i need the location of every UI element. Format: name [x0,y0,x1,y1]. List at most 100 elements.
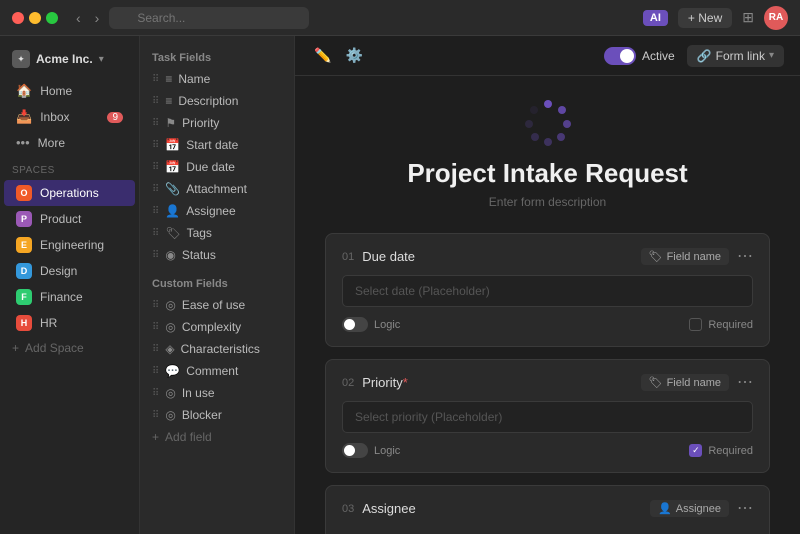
field-card-header-right-2: 🏷 Field name ⋯ [641,374,753,391]
required-checkbox-1[interactable] [689,318,702,331]
field-name-label: Name [178,72,210,86]
product-label: Product [40,212,81,226]
field-name-badge-3[interactable]: 👤 Assignee [650,500,729,517]
attachment-field-icon: 📎 [165,182,180,196]
finance-label: Finance [40,290,83,304]
field-start-date-label: Start date [186,138,238,152]
search-input[interactable] [109,7,309,29]
field-item-start-date[interactable]: ⠿ 📅 Start date [144,134,290,156]
due-date-field-icon: 📅 [165,160,180,174]
field-item-priority[interactable]: ⠿ ⚑ Priority [144,112,290,134]
field-card-footer-1: Logic Required [342,317,753,332]
workspace-header[interactable]: ✦ Acme Inc. ▾ [0,46,139,78]
titlebar: ‹ › 🔍 AI + New ⊞ RA [0,0,800,36]
more-button-1[interactable]: ⋯ [737,249,753,265]
field-characteristics-label: Characteristics [181,342,260,356]
required-label-1: Required [708,319,753,331]
form-area: ✏️ ⚙️ Active 🔗 Form link ▾ [295,36,800,534]
field-item-comment[interactable]: ⠿ 💬 Comment [144,360,290,382]
finance-dot: F [16,289,32,305]
sidebar-item-home[interactable]: 🏠 Home [4,78,135,104]
sidebar-item-inbox[interactable]: 📥 Inbox 9 [4,104,135,130]
form-toolbar: ✏️ ⚙️ Active 🔗 Form link ▾ [295,36,800,76]
spaces-section-label: Spaces [0,155,139,180]
traffic-light-green[interactable] [46,12,58,24]
add-field-label: Add field [165,430,212,444]
small-toggle-thumb-1 [344,319,355,330]
forward-button[interactable]: › [91,8,104,28]
field-item-description[interactable]: ⠿ ≡ Description [144,90,290,112]
field-card-header-3: 03 Assignee 👤 Assignee ⋯ [342,500,753,517]
sidebar-item-engineering[interactable]: E Engineering [4,232,135,258]
form-logo [523,96,573,146]
logic-small-toggle-1[interactable] [342,317,368,332]
name-field-icon: ≡ [165,72,172,86]
drag-handle-icon: ⠿ [152,388,159,399]
field-name-badge-2[interactable]: 🏷 Field name [641,374,729,391]
form-toolbar-left: ✏️ ⚙️ [311,44,366,67]
drag-handle-icon: ⠿ [152,184,159,195]
field-name-badge-1[interactable]: 🏷 Field name [641,248,729,265]
task-fields-label: Task Fields [140,46,294,68]
field-item-due-date[interactable]: ⠿ 📅 Due date [144,156,290,178]
field-assignee-label: Assignee [186,204,235,218]
field-tags-label: Tags [187,226,212,240]
field-item-status[interactable]: ⠿ ◉ Status [144,244,290,266]
field-item-name[interactable]: ⠿ ≡ Name [144,68,290,90]
sidebar-item-home-label: Home [40,84,72,98]
field-item-characteristics[interactable]: ⠿ ◈ Characteristics [144,338,290,360]
traffic-light-red[interactable] [12,12,24,24]
active-toggle[interactable] [604,47,636,65]
more-button-2[interactable]: ⋯ [737,375,753,391]
field-item-ease-of-use[interactable]: ⠿ ◎ Ease of use [144,294,290,316]
field-item-attachment[interactable]: ⠿ 📎 Attachment [144,178,290,200]
required-checkbox-2[interactable]: ✓ [689,444,702,457]
home-icon: 🏠 [16,83,32,99]
product-dot: P [16,211,32,227]
ai-badge: AI [643,10,668,26]
sidebar-item-design[interactable]: D Design [4,258,135,284]
sidebar-item-finance[interactable]: F Finance [4,284,135,310]
engineering-label: Engineering [40,238,104,252]
custom-fields-label: Custom Fields [140,272,294,294]
field-card-title-group-1: 01 Due date [342,249,415,264]
field-item-assignee[interactable]: ⠿ 👤 Assignee [144,200,290,222]
new-button[interactable]: + New [678,8,732,28]
field-item-complexity[interactable]: ⠿ ◎ Complexity [144,316,290,338]
field-item-tags[interactable]: ⠿ 🏷 Tags [144,222,290,244]
drag-handle-icon: ⠿ [152,162,159,173]
logic-label-1: Logic [374,319,400,331]
titlebar-right: AI + New ⊞ RA [643,6,788,30]
form-link-button[interactable]: 🔗 Form link ▾ [687,45,784,67]
field-item-blocker[interactable]: ⠿ ◎ Blocker [144,404,290,426]
edit-button[interactable]: ✏️ [311,44,334,67]
sidebar-item-more[interactable]: ••• More [4,130,135,155]
workspace-chevron-icon: ▾ [99,54,104,65]
traffic-light-yellow[interactable] [29,12,41,24]
back-button[interactable]: ‹ [72,8,85,28]
logic-small-toggle-2[interactable] [342,443,368,458]
workspace-name: Acme Inc. [36,52,93,66]
field-number-3: 03 [342,503,354,515]
more-button-3[interactable]: ⋯ [737,501,753,517]
date-placeholder-1[interactable]: Select date (Placeholder) [342,275,753,307]
field-name-icon-3: 👤 [658,502,672,515]
in-use-field-icon: ◎ [165,386,175,400]
add-space-button[interactable]: + Add Space [0,336,139,360]
sidebar-item-operations[interactable]: O Operations [4,180,135,206]
field-item-in-use[interactable]: ⠿ ◎ In use [144,382,290,404]
operations-label: Operations [40,186,99,200]
sidebar-item-hr[interactable]: H HR [4,310,135,336]
design-dot: D [16,263,32,279]
active-toggle-wrapper: Active [604,47,675,65]
drag-handle-icon: ⠿ [152,96,159,107]
sidebar-item-product[interactable]: P Product [4,206,135,232]
field-name-icon-1: 🏷 [649,250,663,263]
titlebar-left: ‹ › 🔍 [12,7,309,29]
drag-handle-icon: ⠿ [152,140,159,151]
priority-placeholder-2[interactable]: Select priority (Placeholder) [342,401,753,433]
form-content: Project Intake Request Enter form descri… [295,76,800,534]
add-field-button[interactable]: + Add field [144,426,290,448]
add-space-label: Add Space [25,341,84,355]
settings-button[interactable]: ⚙️ [342,44,365,67]
